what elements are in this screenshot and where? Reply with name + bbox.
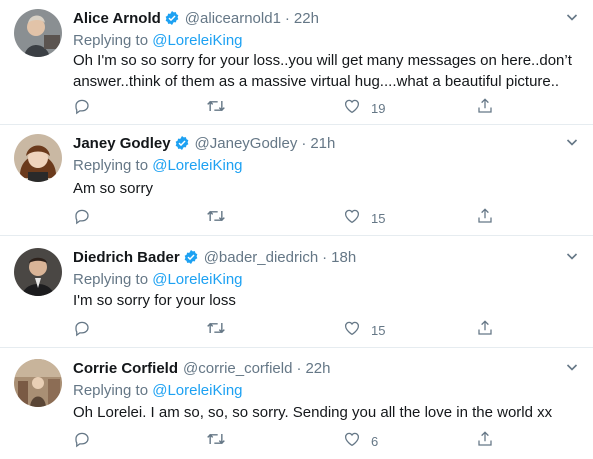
share-button[interactable] bbox=[476, 430, 494, 453]
avatar[interactable] bbox=[14, 359, 62, 407]
display-name[interactable]: Corrie Corfield bbox=[73, 360, 178, 377]
like-button[interactable]: 19 bbox=[343, 97, 385, 120]
action-bar: 6 bbox=[73, 430, 513, 450]
display-name[interactable]: Diedrich Bader bbox=[73, 249, 180, 266]
divider bbox=[0, 347, 593, 348]
verified-badge-icon bbox=[164, 10, 180, 26]
separator-dot: · bbox=[284, 9, 290, 27]
replying-to: Replying to @LoreleiKing bbox=[73, 157, 243, 174]
display-name[interactable]: Alice Arnold bbox=[73, 10, 161, 27]
heart-icon bbox=[343, 207, 361, 230]
like-count: 6 bbox=[371, 434, 379, 449]
tweet[interactable]: Diedrich Bader @bader_diedrich · 18h Rep… bbox=[0, 239, 593, 347]
share-button[interactable] bbox=[476, 319, 494, 342]
tweet-header: Corrie Corfield @corrie_corfield · 22h bbox=[73, 358, 330, 378]
timestamp[interactable]: 18h bbox=[331, 249, 356, 266]
mention-link[interactable]: @LoreleiKing bbox=[152, 32, 242, 49]
tweet-text: I'm so sorry for your loss bbox=[73, 292, 236, 309]
reply-button[interactable] bbox=[73, 319, 91, 342]
verified-badge-icon bbox=[174, 135, 190, 151]
share-button[interactable] bbox=[476, 97, 494, 120]
like-count: 15 bbox=[371, 211, 386, 226]
heart-icon bbox=[343, 97, 361, 120]
like-button[interactable]: 15 bbox=[343, 319, 385, 342]
tweet[interactable]: Corrie Corfield @corrie_corfield · 22h R… bbox=[0, 350, 593, 459]
retweet-button[interactable] bbox=[206, 430, 226, 453]
tweet-header: Janey Godley @JaneyGodley · 21h bbox=[73, 133, 335, 153]
retweet-icon bbox=[206, 97, 226, 120]
like-button[interactable]: 6 bbox=[343, 430, 378, 453]
replying-label: Replying to bbox=[73, 32, 149, 49]
reply-button[interactable] bbox=[73, 430, 91, 453]
mention-link[interactable]: @LoreleiKing bbox=[152, 157, 242, 174]
timestamp[interactable]: 22h bbox=[294, 10, 319, 27]
like-count: 19 bbox=[371, 101, 386, 116]
share-button[interactable] bbox=[476, 207, 494, 230]
reply-icon bbox=[73, 319, 91, 342]
avatar[interactable] bbox=[14, 248, 62, 296]
tweet-header: Diedrich Bader @bader_diedrich · 18h bbox=[73, 247, 356, 267]
divider bbox=[0, 235, 593, 236]
retweet-button[interactable] bbox=[206, 97, 226, 120]
separator-dot: · bbox=[322, 248, 328, 266]
heart-icon bbox=[343, 319, 361, 342]
chevron-down-icon[interactable] bbox=[565, 249, 579, 268]
heart-icon bbox=[343, 430, 361, 453]
display-name[interactable]: Janey Godley bbox=[73, 135, 171, 152]
tweet[interactable]: Alice Arnold @alicearnold1 · 22h Replyin… bbox=[0, 0, 593, 124]
reply-button[interactable] bbox=[73, 97, 91, 120]
chevron-down-icon[interactable] bbox=[565, 135, 579, 154]
timestamp[interactable]: 21h bbox=[310, 135, 335, 152]
tweet-text: Oh Lorelei. I am so, so, so sorry. Sendi… bbox=[73, 404, 553, 421]
chevron-down-icon[interactable] bbox=[565, 10, 579, 29]
reply-icon bbox=[73, 97, 91, 120]
share-icon bbox=[476, 319, 494, 342]
replying-to: Replying to @LoreleiKing bbox=[73, 382, 243, 399]
timestamp[interactable]: 22h bbox=[305, 360, 330, 377]
retweet-icon bbox=[206, 430, 226, 453]
avatar[interactable] bbox=[14, 134, 62, 182]
action-bar: 15 bbox=[73, 207, 513, 227]
share-icon bbox=[476, 97, 494, 120]
reply-button[interactable] bbox=[73, 207, 91, 230]
retweet-button[interactable] bbox=[206, 207, 226, 230]
tweet-header: Alice Arnold @alicearnold1 · 22h bbox=[73, 8, 319, 28]
action-bar: 19 bbox=[73, 97, 513, 117]
tweet[interactable]: Janey Godley @JaneyGodley · 21h Replying… bbox=[0, 125, 593, 235]
user-handle[interactable]: @JaneyGodley bbox=[195, 135, 298, 152]
like-count: 15 bbox=[371, 323, 386, 338]
avatar[interactable] bbox=[14, 9, 62, 57]
replying-label: Replying to bbox=[73, 271, 149, 288]
chevron-down-icon[interactable] bbox=[565, 360, 579, 379]
replying-to: Replying to @LoreleiKing bbox=[73, 32, 243, 49]
user-handle[interactable]: @corrie_corfield bbox=[183, 360, 292, 377]
retweet-icon bbox=[206, 319, 226, 342]
like-button[interactable]: 15 bbox=[343, 207, 385, 230]
tweet-text: Oh I'm so so sorry for your loss..you wi… bbox=[73, 52, 572, 90]
retweet-icon bbox=[206, 207, 226, 230]
separator-dot: · bbox=[296, 359, 302, 377]
share-icon bbox=[476, 207, 494, 230]
replying-to: Replying to @LoreleiKing bbox=[73, 271, 243, 288]
mention-link[interactable]: @LoreleiKing bbox=[152, 271, 242, 288]
mention-link[interactable]: @LoreleiKing bbox=[152, 382, 242, 399]
replying-label: Replying to bbox=[73, 382, 149, 399]
action-bar: 15 bbox=[73, 319, 513, 339]
user-handle[interactable]: @bader_diedrich bbox=[204, 249, 318, 266]
share-icon bbox=[476, 430, 494, 453]
user-handle[interactable]: @alicearnold1 bbox=[185, 10, 281, 27]
verified-badge-icon bbox=[183, 249, 199, 265]
reply-icon bbox=[73, 207, 91, 230]
separator-dot: · bbox=[301, 134, 307, 152]
reply-icon bbox=[73, 430, 91, 453]
retweet-button[interactable] bbox=[206, 319, 226, 342]
tweet-text: Am so sorry bbox=[73, 180, 154, 197]
replying-label: Replying to bbox=[73, 157, 149, 174]
